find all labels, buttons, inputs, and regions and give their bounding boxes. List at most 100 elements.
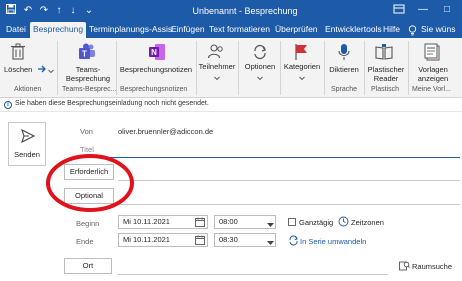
- from-value: oliver.bruennler@adiccon.de: [118, 127, 214, 136]
- tab-entwicklertools[interactable]: Entwicklertools: [322, 22, 385, 38]
- ribbon-separator: [196, 41, 197, 95]
- dictate-button[interactable]: Diktieren: [326, 65, 362, 74]
- tab-einfuegen[interactable]: Einfügen: [168, 22, 208, 38]
- send-button[interactable]: Senden: [8, 122, 46, 166]
- dropdown-arrow-icon[interactable]: [267, 220, 274, 232]
- chevron-down-icon[interactable]: [257, 73, 263, 83]
- chevron-down-icon[interactable]: [299, 73, 305, 83]
- ribbon-display-icon[interactable]: [392, 3, 406, 17]
- immersive-reader-icon[interactable]: [375, 43, 393, 63]
- group-label-notes: Besprechungsnotizen: [120, 86, 188, 93]
- ribbon-separator: [280, 41, 281, 95]
- minimize-button[interactable]: —: [416, 3, 430, 17]
- group-label-speech: Sprache: [331, 86, 358, 93]
- onenote-icon[interactable]: N: [148, 43, 166, 63]
- restore-button[interactable]: □: [440, 3, 454, 17]
- all-day-checkbox[interactable]: [288, 218, 296, 226]
- info-icon: i: [4, 101, 12, 109]
- room-finder-button[interactable]: Raumsuche: [412, 262, 452, 271]
- lightbulb-icon: [408, 25, 417, 38]
- end-time-input[interactable]: 08:30: [214, 233, 276, 247]
- tab-ueberpruefen[interactable]: Überprüfen: [272, 22, 321, 38]
- end-label: Ende: [76, 237, 94, 246]
- tell-me-search[interactable]: Sie wüns: [418, 22, 459, 38]
- ribbon-separator: [364, 41, 365, 95]
- svg-text:N: N: [151, 48, 157, 57]
- timezones-button[interactable]: Zeitzonen: [351, 218, 384, 227]
- ribbon-separator: [238, 41, 239, 95]
- delete-icon[interactable]: [10, 43, 26, 63]
- view-templates-button[interactable]: Vorlagen anzeigen: [410, 65, 456, 83]
- microphone-icon[interactable]: [337, 43, 351, 63]
- svg-text:T: T: [82, 50, 87, 59]
- calendar-icon[interactable]: [195, 217, 205, 231]
- templates-icon[interactable]: [424, 43, 442, 63]
- end-date-input[interactable]: Mi 10.11.2021: [118, 233, 208, 247]
- ribbon-separator: [116, 41, 117, 95]
- tab-hilfe[interactable]: Hilfe: [380, 22, 403, 38]
- tab-besprechung[interactable]: Besprechung: [30, 22, 87, 38]
- start-date-value: Mi 10.11.2021: [123, 217, 170, 226]
- from-label: Von: [80, 127, 93, 136]
- customize-quick-access-icon[interactable]: ⌄: [84, 4, 94, 18]
- start-label: Beginn: [76, 219, 100, 228]
- ribbon: Löschen Aktionen T Teams- Besprechung Te…: [0, 38, 462, 98]
- up-arrow-icon[interactable]: ↑: [54, 4, 64, 18]
- teams-meeting-label-1: Teams-: [75, 65, 101, 74]
- attendees-icon[interactable]: [207, 43, 225, 63]
- group-label-templates: Meine Vorl...: [412, 86, 451, 93]
- delete-button[interactable]: Löschen: [4, 65, 36, 74]
- chevron-down-icon[interactable]: [48, 66, 54, 76]
- group-label-actions: Aktionen: [14, 86, 42, 93]
- teams-meeting-button[interactable]: Teams- Besprechung: [62, 65, 114, 83]
- title-bar: ↶ ↷ ↑ ↓ ⌄ Unbenannt - Besprechung — □: [0, 0, 462, 22]
- ribbon-separator: [57, 41, 58, 95]
- recurrence-icon[interactable]: [288, 235, 299, 248]
- save-icon[interactable]: [5, 4, 17, 18]
- undo-icon[interactable]: ↶: [22, 4, 34, 18]
- attendees-button[interactable]: Teilnehmer: [198, 62, 236, 71]
- down-arrow-icon[interactable]: ↓: [68, 4, 78, 18]
- options-icon[interactable]: [251, 43, 269, 63]
- send-label: Senden: [14, 150, 40, 159]
- ribbon-separator: [408, 41, 409, 95]
- timezone-icon[interactable]: [338, 216, 349, 229]
- group-label-teams: Teams-Besprec...: [62, 86, 117, 93]
- redo-icon[interactable]: ↷: [38, 4, 50, 18]
- title-underline: [80, 157, 460, 158]
- tab-terminplanungs-assistent[interactable]: Terminplanungs-Assis: [86, 22, 175, 38]
- category-flag-icon[interactable]: [293, 43, 309, 63]
- categories-button[interactable]: Kategorien: [282, 62, 322, 71]
- ribbon-separator: [324, 41, 325, 95]
- ribbon-tabs: Datei Besprechung Terminplanungs-Assis E…: [0, 22, 462, 38]
- annotation-circle: [46, 154, 134, 212]
- all-day-label: Ganztägig: [299, 218, 334, 227]
- dropdown-arrow-icon[interactable]: [267, 238, 274, 250]
- location-field-underline: [118, 274, 388, 275]
- chevron-down-icon[interactable]: [214, 73, 220, 83]
- options-button[interactable]: Optionen: [242, 62, 278, 71]
- group-label-immersive: Plastisch: [371, 86, 400, 93]
- meeting-notes-button[interactable]: Besprechungsnotizen: [118, 65, 194, 74]
- immersive-reader-label-2: Reader: [373, 74, 399, 83]
- location-button[interactable]: Ort: [64, 258, 112, 274]
- end-date-value: Mi 10.11.2021: [123, 235, 170, 244]
- teams-icon[interactable]: T: [78, 43, 96, 63]
- tab-text-formatieren[interactable]: Text formatieren: [206, 22, 273, 38]
- immersive-reader-button[interactable]: Plastischer Reader: [366, 65, 406, 83]
- view-templates-label-2: anzeigen: [417, 74, 449, 83]
- optional-field-underline: [118, 204, 460, 205]
- start-time-value: 08:00: [219, 217, 238, 226]
- forward-arrow-icon[interactable]: [37, 64, 47, 76]
- calendar-icon[interactable]: [195, 235, 205, 249]
- room-finder-icon[interactable]: [399, 260, 410, 273]
- start-time-input[interactable]: 08:00: [214, 215, 276, 229]
- recurrence-button[interactable]: In Serie umwandeln: [300, 237, 366, 246]
- tab-datei[interactable]: Datei: [3, 22, 29, 38]
- view-templates-label-1: Vorlagen: [418, 65, 448, 74]
- send-icon: [21, 128, 36, 145]
- window-title: Unbenannt - Besprechung: [192, 6, 298, 16]
- end-time-value: 08:30: [219, 235, 238, 244]
- required-field-underline: [118, 180, 460, 181]
- start-date-input[interactable]: Mi 10.11.2021: [118, 215, 208, 229]
